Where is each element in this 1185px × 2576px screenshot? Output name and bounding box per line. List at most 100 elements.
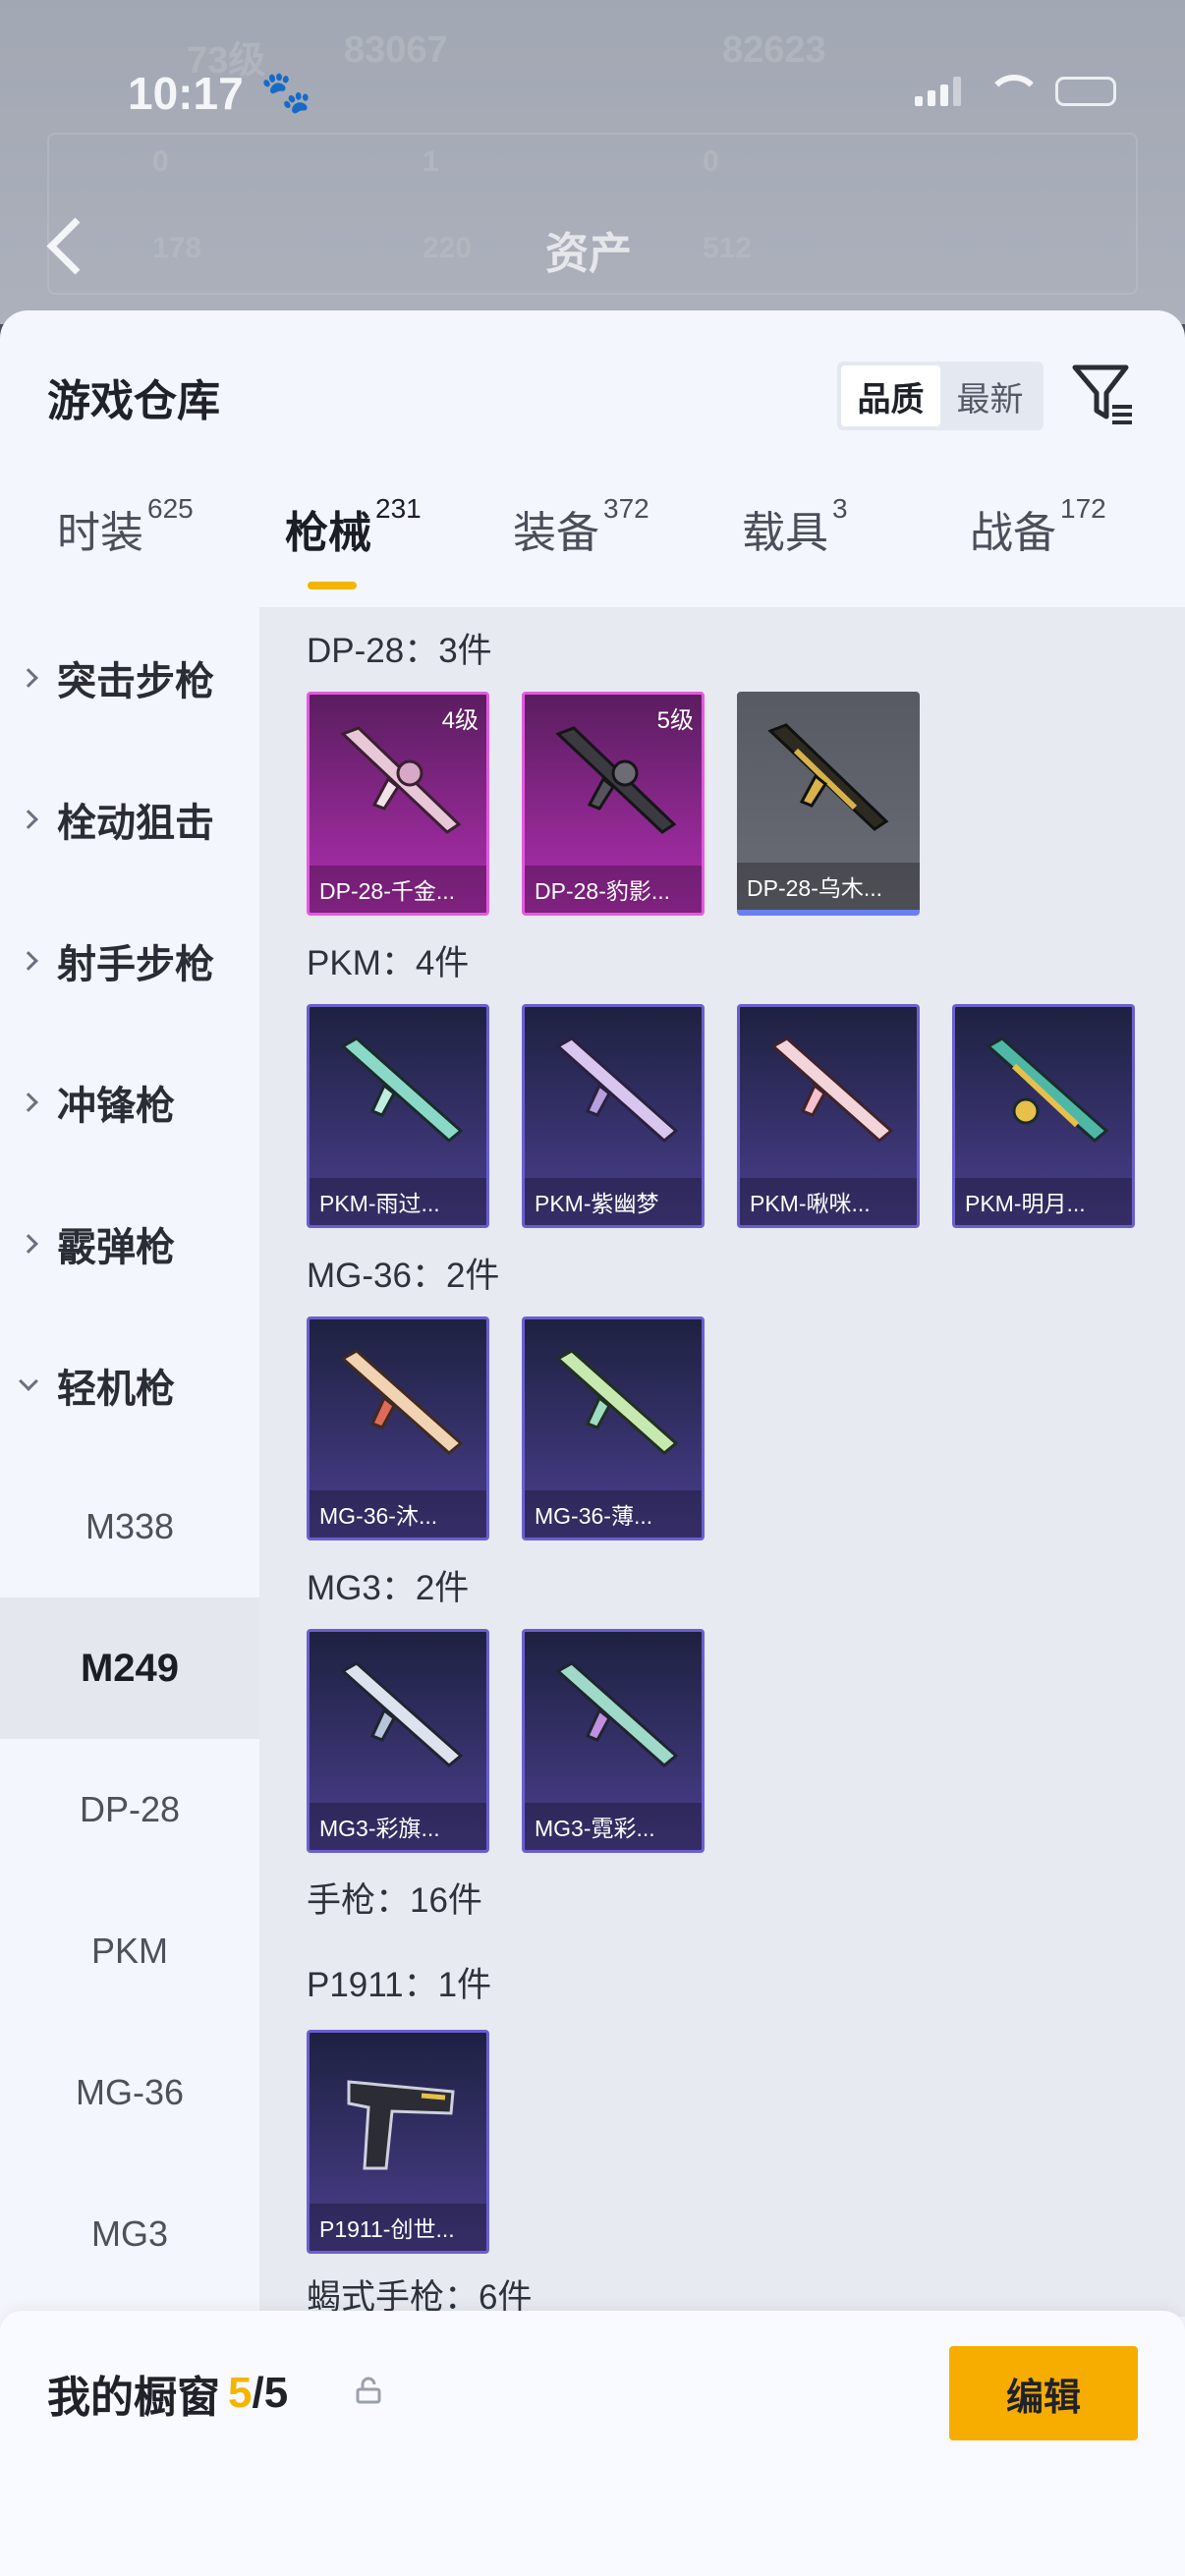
skin-card[interactable]: MG-36-沐... <box>307 1316 489 1540</box>
edit-button[interactable]: 编辑 <box>949 2346 1138 2440</box>
background-header: 73级 83067 82623 0 1 0 178 220 512 资产 10:… <box>0 0 1185 324</box>
tab-label: 时装 <box>57 509 143 557</box>
sidebar-item-shotgun[interactable]: 霰弹枪 <box>0 1173 259 1315</box>
sidebar-item-lmg[interactable]: 轻机枪 <box>0 1315 259 1456</box>
skin-card[interactable]: 4级 DP-28-千金... <box>307 692 489 916</box>
group-title: PKM：4件 <box>307 944 470 982</box>
showcase-separator: / <box>252 2369 264 2417</box>
tab-firearms[interactable]: 枪械 231 <box>285 493 422 560</box>
chevron-right-icon <box>0 810 57 829</box>
back-arrow-icon[interactable] <box>43 216 86 275</box>
skin-name: PKM-啾咪... <box>740 1178 917 1225</box>
sidebar-subitem-pkm[interactable]: PKM <box>0 1880 259 2022</box>
showcase-title: 我的橱窗 5/5 <box>47 2362 288 2425</box>
skin-card[interactable]: MG-36-薄... <box>522 1316 705 1540</box>
tab-count: 625 <box>147 493 194 524</box>
background-title: 资产 <box>545 230 632 278</box>
sidebar-subitem-dp28[interactable]: DP-28 <box>0 1739 259 1880</box>
tab-label: 装备 <box>513 509 599 557</box>
gun-skin-image <box>340 1349 464 1455</box>
skin-name: MG3-霓彩... <box>525 1803 702 1850</box>
skin-card[interactable]: PKM-紫幽梦 <box>522 1004 705 1228</box>
gun-skin-image <box>340 726 462 834</box>
gun-skin-image <box>986 1036 1109 1143</box>
sidebar-subitem-m249[interactable]: M249 <box>0 1597 259 1739</box>
weapon-category-sidebar: 突击步枪 栓动狙击 射手步枪 冲锋枪 霰弹枪 轻机枪 M338 M249 DP-… <box>0 607 259 2326</box>
gun-skin-image <box>770 1036 894 1143</box>
skin-card[interactable]: DP-28-乌木... <box>737 692 920 916</box>
lock-icon <box>356 2377 381 2404</box>
gun-skin-image <box>555 1661 679 1767</box>
sidebar-item-bolt-sniper[interactable]: 栓动狙击 <box>0 749 259 890</box>
battery-icon <box>1055 77 1116 106</box>
sheet-title: 游戏仓库 <box>47 377 220 425</box>
skin-name: MG-36-薄... <box>525 1490 702 1538</box>
skin-name: PKM-明月... <box>955 1178 1132 1225</box>
tab-fashion[interactable]: 时装 625 <box>57 493 194 560</box>
chevron-right-icon <box>0 1092 57 1112</box>
group-title: MG-36：2件 <box>307 1257 500 1295</box>
gun-skin-image <box>340 1661 464 1767</box>
category-tabs: 时装 625 枪械 231 装备 372 载具 3 战备 172 <box>0 493 1185 595</box>
skin-card[interactable]: PKM-雨过... <box>307 1004 489 1228</box>
status-indicators <box>915 75 1116 108</box>
tab-count: 172 <box>1060 493 1106 524</box>
sidebar-item-label: 栓动狙击 <box>57 802 214 845</box>
sort-by-quality[interactable]: 品质 <box>841 365 940 426</box>
chevron-down-icon <box>0 1372 57 1391</box>
showcase-label: 我的橱窗 <box>47 2374 220 2422</box>
skin-card[interactable]: MG3-彩旗... <box>307 1629 489 1853</box>
tab-count: 231 <box>375 493 422 524</box>
skin-name: MG3-彩旗... <box>310 1803 486 1850</box>
sidebar-subitem-mg3[interactable]: MG3 <box>0 2163 259 2305</box>
tab-supplies[interactable]: 战备 172 <box>970 493 1106 560</box>
skin-name: PKM-雨过... <box>310 1178 486 1225</box>
tab-vehicles[interactable]: 载具 3 <box>742 493 848 560</box>
sidebar-item-label: 突击步枪 <box>57 660 214 703</box>
gun-skin-image <box>555 726 677 834</box>
gun-skin-image <box>347 2080 455 2170</box>
sidebar-subitem-m338[interactable]: M338 <box>0 1456 259 1597</box>
chevron-right-icon <box>0 668 57 688</box>
showcase-total-count: 5 <box>263 2369 289 2417</box>
sort-by-newest[interactable]: 最新 <box>940 365 1040 426</box>
skin-name: DP-28-乌木... <box>737 863 920 910</box>
sidebar-item-smg[interactable]: 冲锋枪 <box>0 1032 259 1173</box>
tab-count: 372 <box>603 493 649 524</box>
active-tab-indicator <box>308 582 357 589</box>
skin-card[interactable]: 5级 DP-28-豹影... <box>522 692 705 916</box>
skin-name: P1911-创世... <box>310 2204 486 2251</box>
showcase-bar: 我的橱窗 5/5 编辑 <box>0 2311 1185 2576</box>
sidebar-subitem-mg36[interactable]: MG-36 <box>0 2022 259 2163</box>
group-title: DP-28：3件 <box>307 632 492 670</box>
chevron-right-icon <box>0 951 57 971</box>
skin-card[interactable]: MG3-霓彩... <box>522 1629 705 1853</box>
gun-skin-image <box>767 723 889 831</box>
skin-card[interactable]: P1911-创世... <box>307 2030 489 2254</box>
sidebar-item-marksman-rifle[interactable]: 射手步枪 <box>0 890 259 1032</box>
wifi-icon <box>987 75 1042 108</box>
tab-count: 3 <box>832 493 848 524</box>
skin-card[interactable]: PKM-明月... <box>952 1004 1135 1228</box>
category-title: 手枪：16件 <box>307 1881 482 1920</box>
gun-skin-image <box>340 1036 464 1143</box>
filter-icon[interactable] <box>1071 360 1134 428</box>
weapon-skin-list: DP-28：3件 4级 DP-28-千金... 5级 DP-28-豹影... D… <box>259 607 1185 2317</box>
chevron-right-icon <box>0 1234 57 1254</box>
showcase-used-count: 5 <box>228 2369 253 2417</box>
warehouse-sheet: 游戏仓库 品质 最新 时装 625 枪械 231 装备 372 载具 3 战备 172 <box>0 310 1185 2576</box>
status-time: 10:17 <box>128 68 244 119</box>
sidebar-item-label: 射手步枪 <box>57 943 214 986</box>
sidebar-item-assault-rifle[interactable]: 突击步枪 <box>0 607 259 749</box>
skin-name: MG-36-沐... <box>310 1490 486 1538</box>
skin-card[interactable]: PKM-啾咪... <box>737 1004 920 1228</box>
tab-equipment[interactable]: 装备 372 <box>513 493 649 560</box>
group-title: 蝎式手枪：6件 <box>307 2278 533 2317</box>
tab-label: 枪械 <box>285 509 371 557</box>
skin-name: PKM-紫幽梦 <box>525 1178 702 1225</box>
sidebar-item-label: 轻机枪 <box>57 1368 175 1411</box>
skin-name: DP-28-豹影... <box>525 866 702 913</box>
tab-label: 载具 <box>742 509 828 557</box>
gun-skin-image <box>555 1349 679 1455</box>
sort-toggle: 品质 最新 <box>837 362 1044 430</box>
